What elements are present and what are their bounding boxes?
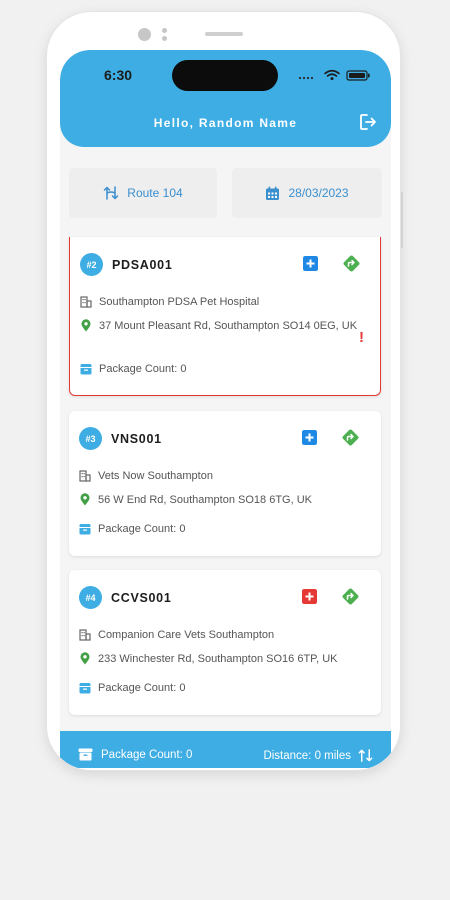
stop-name: Companion Care Vets Southampton <box>98 629 275 641</box>
camera-dot <box>138 28 151 41</box>
building-icon <box>79 470 91 482</box>
package-count-row: Package Count: 0 <box>80 363 186 375</box>
stop-code: CCVS001 <box>111 591 172 605</box>
footer-distance: Distance: 0 miles <box>263 749 351 762</box>
building-icon <box>79 629 91 641</box>
footer-package-count: Package Count: 0 <box>101 748 193 761</box>
stop-name: Vets Now Southampton <box>98 470 213 482</box>
phone-frame: 6:30 Hello, Random Name Route 104 28/03/… <box>47 12 400 770</box>
stop-address-row: 56 W End Rd, Southampton SO18 6TG, UK <box>79 493 312 506</box>
app-screen: 6:30 Hello, Random Name Route 104 28/03/… <box>60 50 391 768</box>
package-count: Package Count: 0 <box>98 682 186 694</box>
stop-card[interactable]: #2 PDSA001 Southampton PDSA Pet Hospital <box>69 237 381 396</box>
wifi-icon <box>324 69 340 77</box>
date-tile[interactable]: 28/03/2023 <box>232 168 382 218</box>
route-icon <box>104 186 119 200</box>
package-icon <box>78 748 93 761</box>
package-count: Package Count: 0 <box>99 363 187 375</box>
package-icon <box>79 683 91 694</box>
stop-address: 56 W End Rd, Southampton SO18 6TG, UK <box>98 493 312 506</box>
package-count: Package Count: 0 <box>98 523 186 535</box>
stop-address-row: 37 Mount Pleasant Rd, Southampton SO14 0… <box>80 319 357 332</box>
directions-icon[interactable] <box>341 587 360 606</box>
stop-address: 233 Winchester Rd, Southampton SO16 6TP,… <box>98 652 338 665</box>
alert-icon: ! <box>359 329 364 346</box>
directions-icon[interactable] <box>341 428 360 447</box>
calendar-icon <box>266 186 280 200</box>
add-package-button[interactable] <box>302 589 317 604</box>
stop-address-row: 233 Winchester Rd, Southampton SO16 6TP,… <box>79 652 337 665</box>
route-tile[interactable]: Route 104 <box>69 168 217 218</box>
speaker-grille <box>205 32 243 36</box>
package-icon <box>79 524 91 535</box>
stop-name: Southampton PDSA Pet Hospital <box>99 296 260 308</box>
summary-footer: Package Count: 0 Distance: 0 miles <box>60 731 391 768</box>
battery-icon <box>346 70 370 81</box>
stop-card[interactable]: #3 VNS001 Vets Now Southampton 56 W End … <box>69 411 381 556</box>
status-time: 6:30 <box>104 67 133 83</box>
stop-address: 37 Mount Pleasant Rd, Southampton SO14 0… <box>99 319 358 332</box>
stop-number-badge: #2 <box>80 253 103 276</box>
route-label: Route 104 <box>127 186 183 200</box>
location-pin-icon <box>80 652 90 665</box>
sensor-dot <box>162 36 167 41</box>
directions-icon[interactable] <box>342 254 361 273</box>
package-count-row: Package Count: 0 <box>79 682 185 694</box>
stop-name-row: Southampton PDSA Pet Hospital <box>80 296 259 308</box>
stop-name-row: Vets Now Southampton <box>79 470 213 482</box>
greeting-text: Hello, Random Name <box>153 116 298 130</box>
package-count-row: Package Count: 0 <box>79 523 185 535</box>
sensor-dot <box>162 28 167 33</box>
app-header: 6:30 Hello, Random Name <box>60 50 391 147</box>
route-icon <box>358 749 373 762</box>
date-label: 28/03/2023 <box>288 186 349 200</box>
footer-package-summary: Package Count: 0 <box>78 748 192 761</box>
status-icons <box>298 69 370 81</box>
stop-code: VNS001 <box>111 432 162 446</box>
phone-side-button <box>400 192 403 248</box>
add-package-button[interactable] <box>303 256 318 271</box>
location-pin-icon <box>81 319 91 332</box>
stop-card[interactable]: #4 CCVS001 Companion Care Vets Southampt… <box>69 570 381 715</box>
logout-icon[interactable] <box>358 112 378 132</box>
package-icon <box>80 364 92 375</box>
dynamic-island <box>172 60 278 91</box>
stop-name-row: Companion Care Vets Southampton <box>79 629 274 641</box>
stop-number-badge: #3 <box>79 427 102 450</box>
location-pin-icon <box>80 493 90 506</box>
footer-distance-summary: Distance: 0 miles <box>263 748 373 763</box>
stop-code: PDSA001 <box>112 258 173 272</box>
add-package-button[interactable] <box>302 430 317 445</box>
building-icon <box>80 296 92 308</box>
stop-number-badge: #4 <box>79 586 102 609</box>
